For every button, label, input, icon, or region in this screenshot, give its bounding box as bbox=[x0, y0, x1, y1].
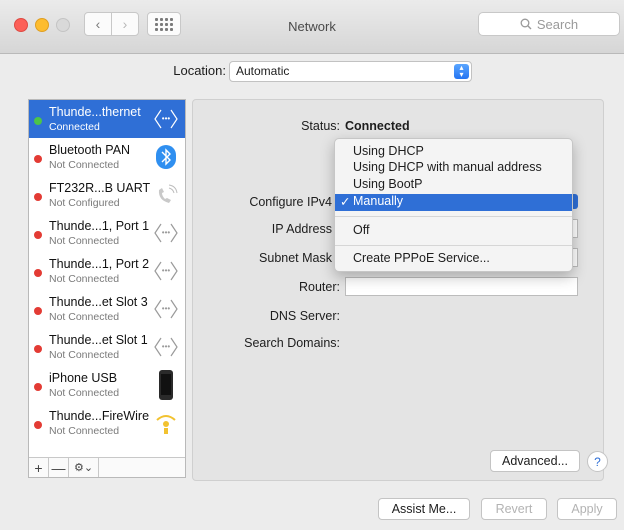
service-item[interactable]: Thunde...1, Port 1 Not Connected ••• bbox=[29, 214, 185, 252]
configure-ipv4-menu[interactable]: Using DHCP Using DHCP with manual addres… bbox=[334, 138, 573, 272]
magnifier-icon bbox=[520, 18, 532, 30]
status-value: Connected bbox=[345, 119, 410, 133]
svg-text:•••: ••• bbox=[162, 114, 171, 123]
service-list-toolbar: + — ⚙⌄ bbox=[29, 457, 185, 477]
service-status: Connected bbox=[49, 121, 100, 133]
phone-handset-icon bbox=[153, 182, 179, 208]
router-field[interactable] bbox=[345, 277, 578, 296]
menu-item-off[interactable]: Off bbox=[335, 223, 572, 240]
service-item[interactable]: Thunde...thernet Connected ••• bbox=[29, 100, 185, 138]
plus-icon: + bbox=[34, 459, 43, 476]
menu-separator bbox=[335, 216, 572, 217]
ethernet-arrows-icon: ••• bbox=[153, 258, 179, 284]
ip-address-label: IP Address bbox=[271, 222, 332, 236]
status-dot-icon bbox=[34, 117, 42, 125]
add-service-button[interactable]: + bbox=[29, 458, 49, 477]
network-preferences-window: ‹ › Network Search Location: Automatic ▴… bbox=[0, 0, 624, 530]
menu-item-label: Manually bbox=[353, 194, 404, 208]
service-actions-button[interactable]: ⚙⌄ bbox=[69, 458, 99, 477]
status-dot-icon bbox=[34, 421, 42, 429]
search-field[interactable]: Search bbox=[478, 12, 620, 36]
service-name: FT232R...B UART bbox=[49, 181, 151, 195]
assist-me-button[interactable]: Assist Me... bbox=[378, 498, 470, 520]
service-status: Not Connected bbox=[49, 311, 120, 323]
advanced-button[interactable]: Advanced... bbox=[490, 450, 580, 472]
minus-icon: — bbox=[51, 459, 66, 476]
ethernet-arrows-icon: ••• bbox=[153, 220, 179, 246]
service-status: Not Connected bbox=[49, 387, 120, 399]
svg-text:•••: ••• bbox=[162, 342, 171, 351]
service-name: Thunde...et Slot 1 bbox=[49, 333, 148, 347]
service-name: Thunde...et Slot 3 bbox=[49, 295, 148, 309]
help-button[interactable]: ? bbox=[587, 451, 608, 472]
search-placeholder: Search bbox=[536, 16, 579, 32]
service-status: Not Connected bbox=[49, 425, 120, 437]
service-status: Not Connected bbox=[49, 159, 120, 171]
status-dot-icon bbox=[34, 307, 42, 315]
status-label: Status: bbox=[301, 119, 340, 133]
menu-item-dhcp-manual[interactable]: Using DHCP with manual address bbox=[335, 160, 572, 177]
status-dot-icon bbox=[34, 345, 42, 353]
bluetooth-icon bbox=[153, 144, 179, 170]
status-dot-icon bbox=[34, 155, 42, 163]
remove-service-button[interactable]: — bbox=[49, 458, 69, 477]
search-domains-label: Search Domains: bbox=[244, 336, 340, 350]
service-name: Thunde...FireWire bbox=[49, 409, 150, 423]
service-item[interactable]: Bluetooth PAN Not Connected bbox=[29, 138, 185, 176]
svg-text:•••: ••• bbox=[162, 304, 171, 313]
svg-text:•••: ••• bbox=[162, 266, 171, 275]
menu-item-using-bootp[interactable]: Using BootP bbox=[335, 177, 572, 194]
location-label: Location: bbox=[173, 63, 226, 78]
revert-button[interactable]: Revert bbox=[481, 498, 547, 520]
ethernet-arrows-icon: ••• bbox=[153, 334, 179, 360]
menu-separator bbox=[335, 245, 572, 246]
service-status: Not Configured bbox=[49, 197, 120, 209]
router-label: Router: bbox=[299, 280, 340, 294]
ethernet-arrows-icon: ••• bbox=[153, 106, 179, 132]
service-name: Bluetooth PAN bbox=[49, 143, 131, 157]
service-status: Not Connected bbox=[49, 273, 120, 285]
iphone-icon bbox=[153, 370, 179, 400]
subnet-mask-label: Subnet Mask bbox=[259, 251, 332, 265]
status-dot-icon bbox=[34, 383, 42, 391]
service-item[interactable]: Thunde...et Slot 3 Not Connected ••• bbox=[29, 290, 185, 328]
service-item[interactable]: iPhone USB Not Connected bbox=[29, 366, 185, 404]
apply-button[interactable]: Apply bbox=[557, 498, 617, 520]
title-bar: ‹ › Network Search bbox=[0, 0, 624, 54]
dns-server-label: DNS Server: bbox=[269, 309, 340, 323]
service-name: Thunde...1, Port 1 bbox=[49, 219, 150, 233]
service-name: Thunde...1, Port 2 bbox=[49, 257, 150, 271]
checkmark-icon: ✓ bbox=[340, 195, 351, 209]
service-list[interactable]: Thunde...thernet Connected ••• Bluetooth… bbox=[28, 99, 186, 478]
gear-icon: ⚙⌄ bbox=[73, 462, 94, 474]
status-dot-icon bbox=[34, 269, 42, 277]
service-item[interactable]: Thunde...1, Port 2 Not Connected ••• bbox=[29, 252, 185, 290]
service-item[interactable]: Thunde...et Slot 1 Not Connected ••• bbox=[29, 328, 185, 366]
svg-text:•••: ••• bbox=[162, 228, 171, 237]
service-name: iPhone USB bbox=[49, 371, 118, 385]
menu-item-create-pppoe[interactable]: Create PPPoE Service... bbox=[335, 251, 572, 268]
up-down-arrows-icon: ▴ ▾ bbox=[454, 64, 469, 79]
status-dot-icon bbox=[34, 193, 42, 201]
menu-item-manually[interactable]: ✓ Manually bbox=[335, 194, 572, 211]
service-name: Thunde...thernet bbox=[49, 105, 141, 119]
service-item[interactable]: Thunde...FireWire Not Connected bbox=[29, 404, 185, 442]
configure-ipv4-label: Configure IPv4 bbox=[249, 195, 332, 209]
location-value: Automatic bbox=[236, 64, 290, 78]
service-status: Not Connected bbox=[49, 235, 120, 247]
service-item[interactable]: FT232R...B UART Not Configured bbox=[29, 176, 185, 214]
firewire-icon bbox=[153, 410, 179, 436]
service-status: Not Connected bbox=[49, 349, 120, 361]
status-dot-icon bbox=[34, 231, 42, 239]
question-icon: ? bbox=[594, 454, 601, 469]
location-select[interactable]: Automatic ▴ ▾ bbox=[229, 61, 472, 82]
ethernet-arrows-icon: ••• bbox=[153, 296, 179, 322]
menu-item-using-dhcp[interactable]: Using DHCP bbox=[335, 144, 572, 161]
